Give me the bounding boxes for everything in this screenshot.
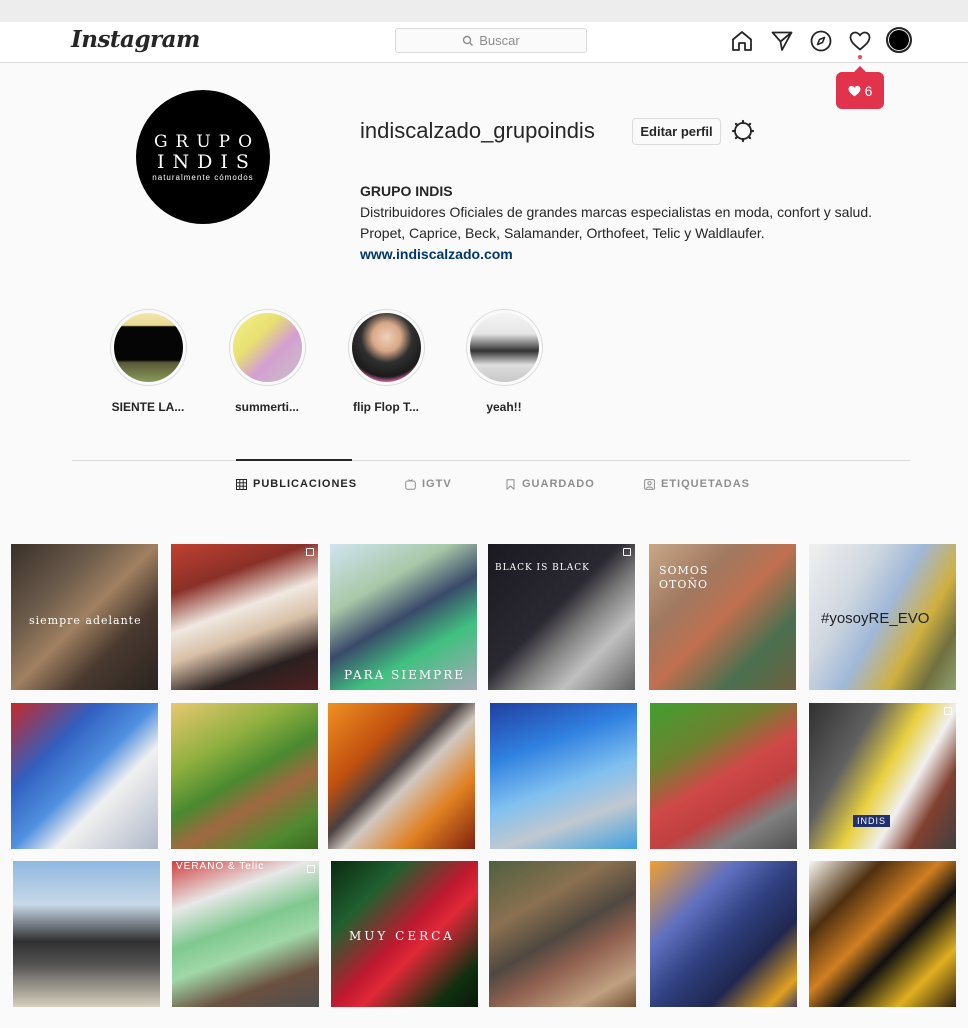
carousel-icon bbox=[306, 548, 314, 556]
highlight-label: yeah!! bbox=[486, 400, 522, 414]
post-thumbnail[interactable] bbox=[650, 703, 797, 849]
post-overlay-text: SOMOS OTOÑO bbox=[659, 564, 709, 591]
profile-logo-line2: INDIS bbox=[157, 150, 257, 173]
tab-label: GUARDADO bbox=[522, 478, 595, 490]
post-thumbnail[interactable] bbox=[171, 703, 318, 849]
notification-dot bbox=[858, 55, 862, 59]
carousel-icon bbox=[623, 548, 631, 556]
carousel-icon bbox=[944, 707, 952, 715]
tab-label: ETIQUETADAS bbox=[661, 478, 751, 490]
bio-line-2: Propet, Caprice, Beck, Salamander, Ortho… bbox=[360, 225, 765, 241]
tab-label: PUBLICACIONES bbox=[253, 478, 358, 490]
tab-publicaciones[interactable]: PUBLICACIONES bbox=[236, 478, 357, 490]
post-thumbnail[interactable]: BLACK IS BLACK bbox=[488, 544, 635, 690]
profile-logo-line1: GRUPO bbox=[153, 131, 261, 152]
active-tab-indicator bbox=[236, 459, 352, 461]
search-icon bbox=[463, 35, 474, 46]
post-overlay-text: BLACK IS BLACK bbox=[495, 563, 590, 573]
highlight-cover bbox=[228, 309, 306, 386]
edit-profile-button[interactable]: Editar perfil bbox=[632, 118, 721, 145]
profile-logo-tagline: naturalmente cómodos bbox=[152, 172, 254, 182]
post-thumbnail[interactable]: MUY CERCA bbox=[331, 861, 478, 1007]
tab-etiquetadas[interactable]: ETIQUETADAS bbox=[644, 478, 750, 490]
bookmark-icon bbox=[506, 478, 515, 490]
window-top-strip bbox=[0, 0, 968, 22]
post-thumbnail[interactable]: siempre adelante bbox=[11, 544, 158, 690]
story-highlight[interactable]: summerti... bbox=[212, 309, 322, 414]
activity-heart-icon[interactable] bbox=[848, 29, 872, 53]
tab-guardado[interactable]: GUARDADO bbox=[505, 478, 595, 490]
highlight-label: flip Flop T... bbox=[353, 400, 419, 414]
story-highlight[interactable]: SIENTE LA... bbox=[93, 309, 203, 414]
post-thumbnail[interactable] bbox=[171, 544, 318, 690]
post-overlay-text: VERANO & Telic bbox=[176, 861, 265, 872]
post-overlay-text: #yosoyRE_EVO bbox=[821, 610, 930, 627]
notification-count: 6 bbox=[864, 82, 873, 99]
highlight-label: SIENTE LA... bbox=[111, 400, 185, 414]
tabs-divider bbox=[72, 460, 910, 461]
profile-picture[interactable]: GRUPO INDIS naturalmente cómodos bbox=[136, 90, 270, 224]
settings-gear-icon[interactable] bbox=[731, 119, 755, 143]
post-overlay-text: MUY CERCA bbox=[349, 929, 455, 943]
direct-message-icon[interactable] bbox=[770, 29, 794, 53]
home-icon[interactable] bbox=[730, 29, 754, 53]
post-overlay-text: PARA SIEMPRE bbox=[344, 668, 466, 682]
instagram-logo[interactable]: Instagram bbox=[71, 26, 200, 53]
bio-line-1: Distribuidores Oficiales de grandes marc… bbox=[360, 204, 873, 220]
profile-username: indiscalzado_grupoindis bbox=[360, 118, 595, 143]
post-thumbnail[interactable] bbox=[13, 861, 160, 1007]
website-link[interactable]: www.indiscalzado.com bbox=[360, 244, 920, 265]
grid-icon bbox=[236, 478, 247, 490]
carousel-icon bbox=[307, 865, 315, 873]
search-input[interactable]: Buscar bbox=[395, 28, 587, 53]
post-thumbnail[interactable] bbox=[490, 703, 637, 849]
post-thumbnail[interactable] bbox=[11, 703, 158, 849]
post-thumbnail[interactable] bbox=[650, 861, 797, 1007]
post-thumbnail[interactable] bbox=[328, 703, 475, 849]
highlight-label: summerti... bbox=[234, 400, 300, 414]
profile-bio: GRUPO INDIS Distribuidores Oficiales de … bbox=[360, 181, 920, 265]
highlight-cover bbox=[465, 309, 543, 386]
post-thumbnail[interactable]: VERANO & Telic bbox=[172, 861, 319, 1007]
tagged-user-icon bbox=[644, 478, 655, 490]
top-navbar: Instagram Buscar bbox=[0, 22, 968, 63]
post-thumbnail[interactable] bbox=[809, 861, 956, 1007]
highlight-cover bbox=[347, 309, 425, 386]
highlight-cover bbox=[109, 309, 187, 386]
notification-badge[interactable]: 6 bbox=[836, 66, 884, 109]
post-thumbnail[interactable]: SOMOS OTOÑO bbox=[649, 544, 796, 690]
explore-compass-icon[interactable] bbox=[809, 29, 833, 53]
post-thumbnail[interactable]: #yosoyRE_EVO bbox=[809, 544, 956, 690]
profile-full-name: GRUPO INDIS bbox=[360, 183, 453, 199]
profile-avatar-small[interactable] bbox=[886, 27, 912, 53]
post-overlay-text: siempre adelante bbox=[29, 614, 142, 627]
search-placeholder: Buscar bbox=[479, 33, 520, 48]
heart-filled-icon bbox=[848, 85, 861, 96]
tab-label: IGTV bbox=[422, 478, 452, 490]
post-thumbnail[interactable]: INDIS bbox=[809, 703, 956, 849]
story-highlight[interactable]: yeah!! bbox=[449, 309, 559, 414]
post-thumbnail[interactable] bbox=[489, 861, 636, 1007]
tab-igtv[interactable]: IGTV bbox=[405, 478, 452, 490]
post-overlay-text: INDIS bbox=[853, 815, 891, 827]
post-thumbnail[interactable]: PARA SIEMPRE bbox=[330, 544, 477, 690]
igtv-icon bbox=[405, 478, 416, 490]
story-highlight[interactable]: flip Flop T... bbox=[331, 309, 441, 414]
